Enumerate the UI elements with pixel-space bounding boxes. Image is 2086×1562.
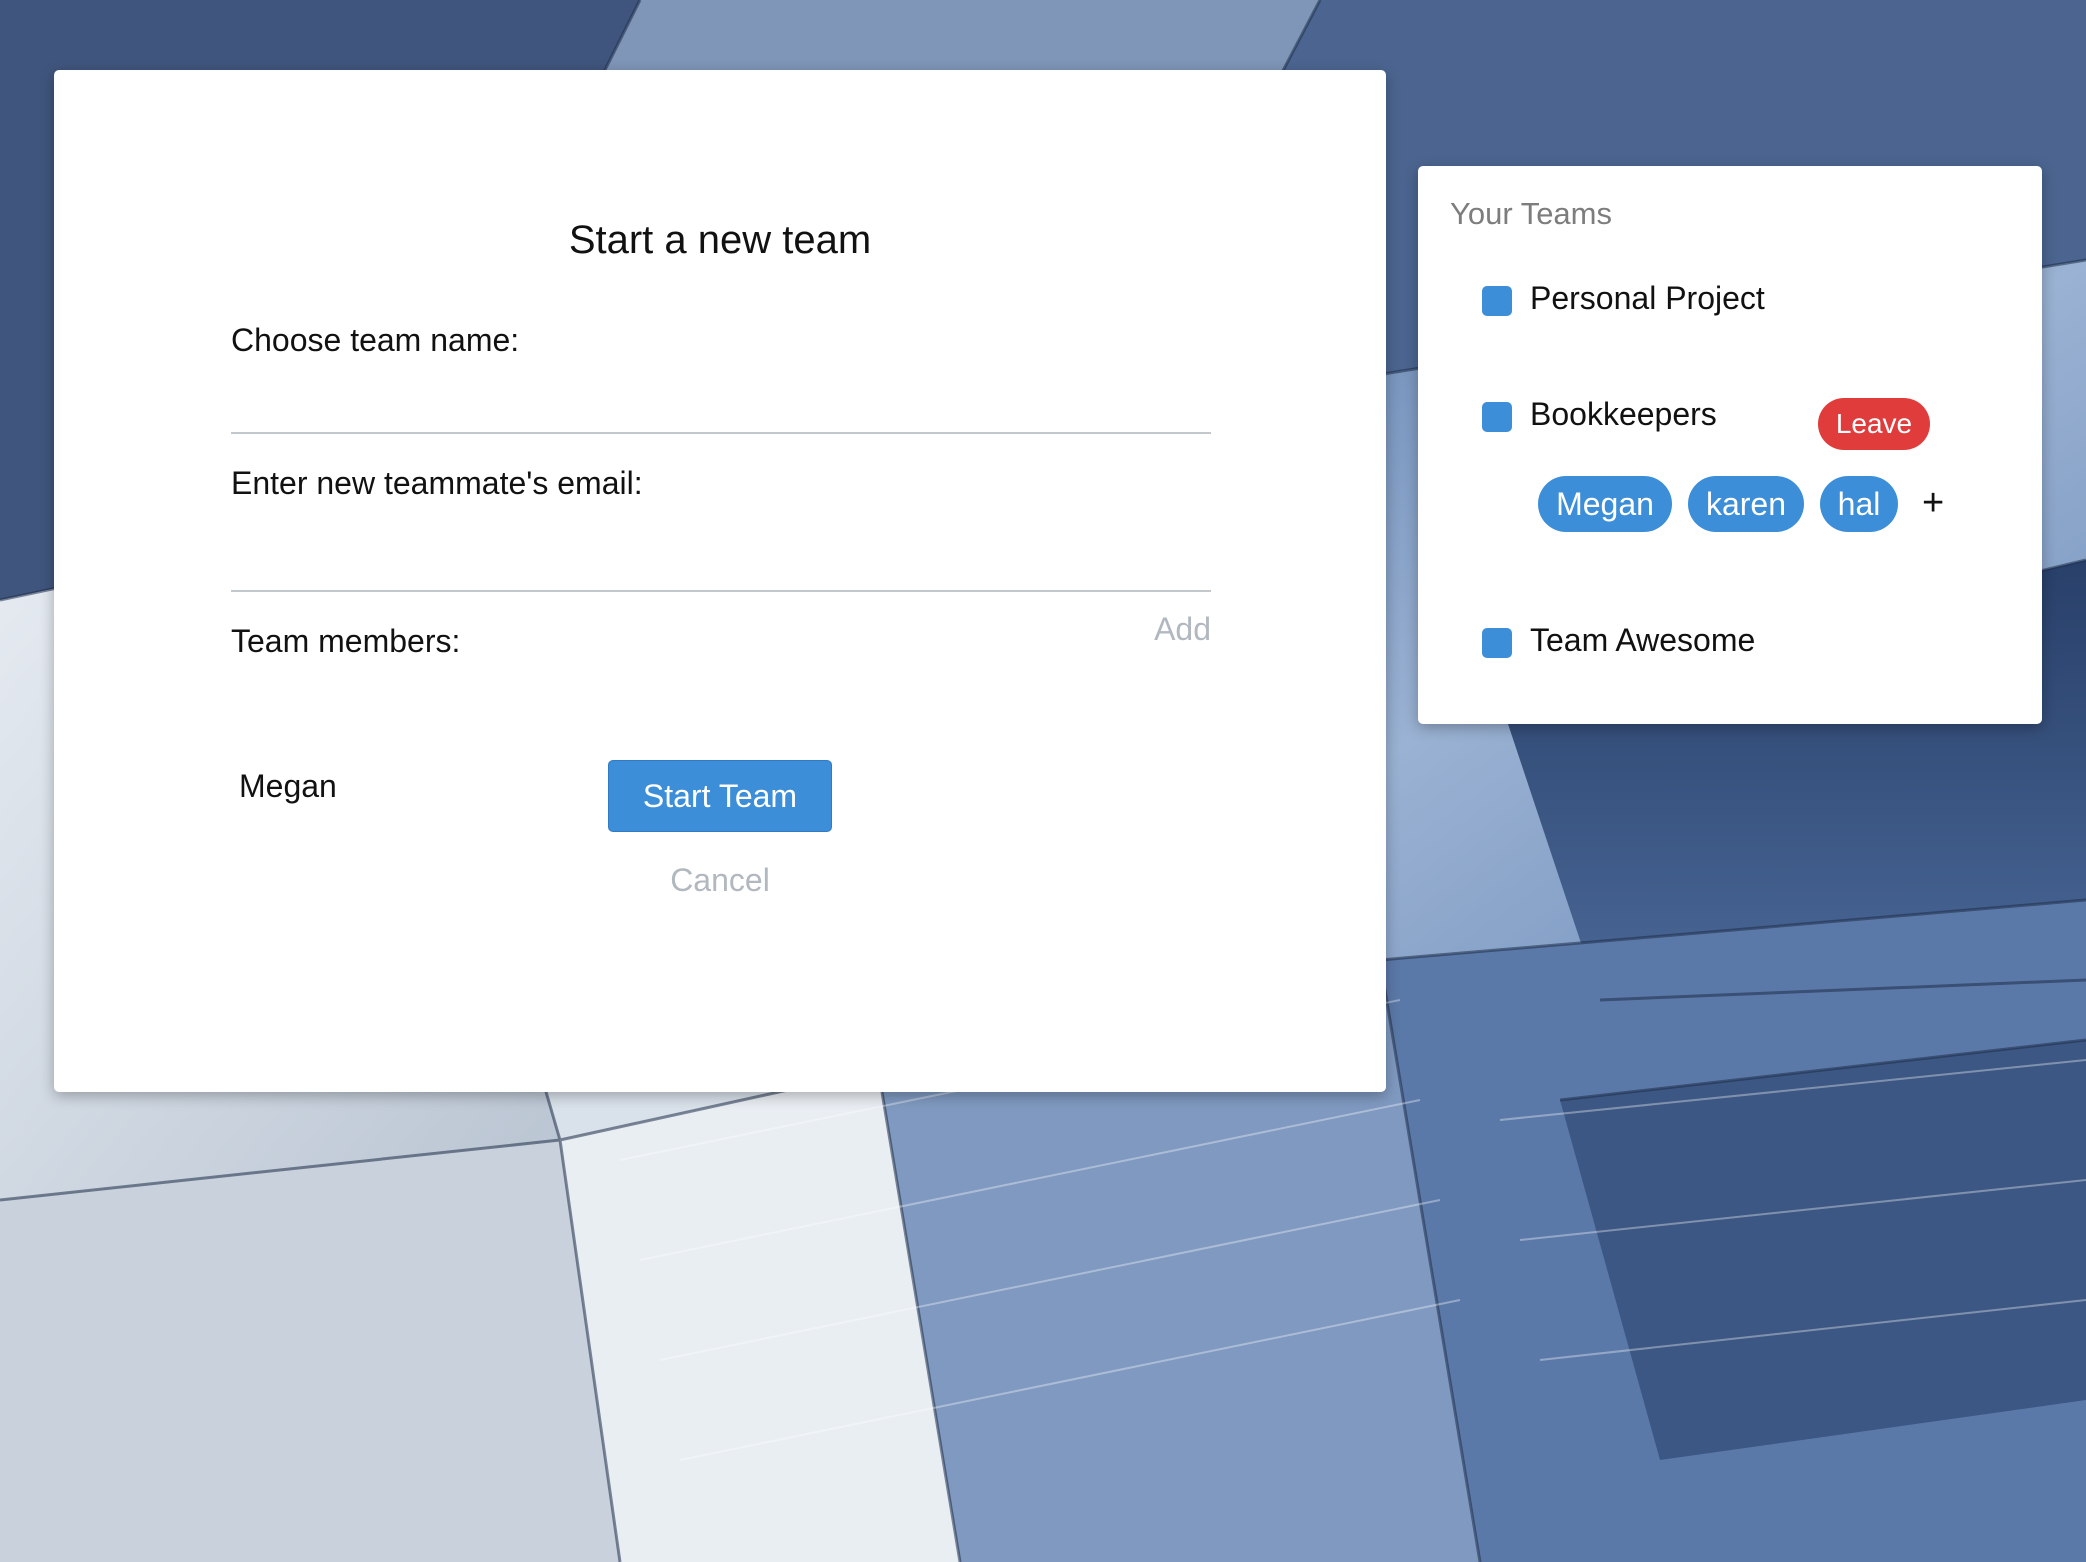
team-members-label: Team members: xyxy=(231,623,461,659)
email-underline xyxy=(231,590,1211,592)
team-name: Team Awesome xyxy=(1530,622,1756,658)
plus-icon[interactable]: + xyxy=(1922,482,1944,525)
your-teams-panel: Your Teams Personal Project Bookkeepers … xyxy=(1418,166,2042,724)
blue-square-icon xyxy=(1482,286,1512,316)
dialog-title: Start a new team xyxy=(568,218,872,262)
team-name: Personal Project xyxy=(1530,280,1765,316)
cancel-button[interactable]: Cancel xyxy=(608,862,832,899)
new-team-dialog: Start a new team Choose team name: Enter… xyxy=(54,70,1386,1092)
start-team-button[interactable]: Start Team xyxy=(608,760,832,832)
team-member-item: Megan xyxy=(239,768,337,804)
your-teams-title: Your Teams xyxy=(1450,196,1612,231)
teammate-email-input[interactable] xyxy=(231,540,1111,588)
email-label: Enter new teammate's email: xyxy=(231,465,643,501)
leave-team-button[interactable]: Leave xyxy=(1818,398,1930,450)
team-name-input[interactable] xyxy=(231,382,1111,430)
team-name: Bookkeepers xyxy=(1530,396,1717,432)
blue-square-icon xyxy=(1482,628,1512,658)
blue-square-icon xyxy=(1482,402,1512,432)
add-teammate-button[interactable]: Add xyxy=(1151,611,1211,648)
member-chip-karen[interactable]: karen xyxy=(1688,476,1804,532)
member-chip-megan[interactable]: Megan xyxy=(1538,476,1672,532)
team-name-label: Choose team name: xyxy=(231,322,520,358)
team-name-underline xyxy=(231,432,1211,434)
member-chip-hal[interactable]: hal xyxy=(1820,476,1898,532)
